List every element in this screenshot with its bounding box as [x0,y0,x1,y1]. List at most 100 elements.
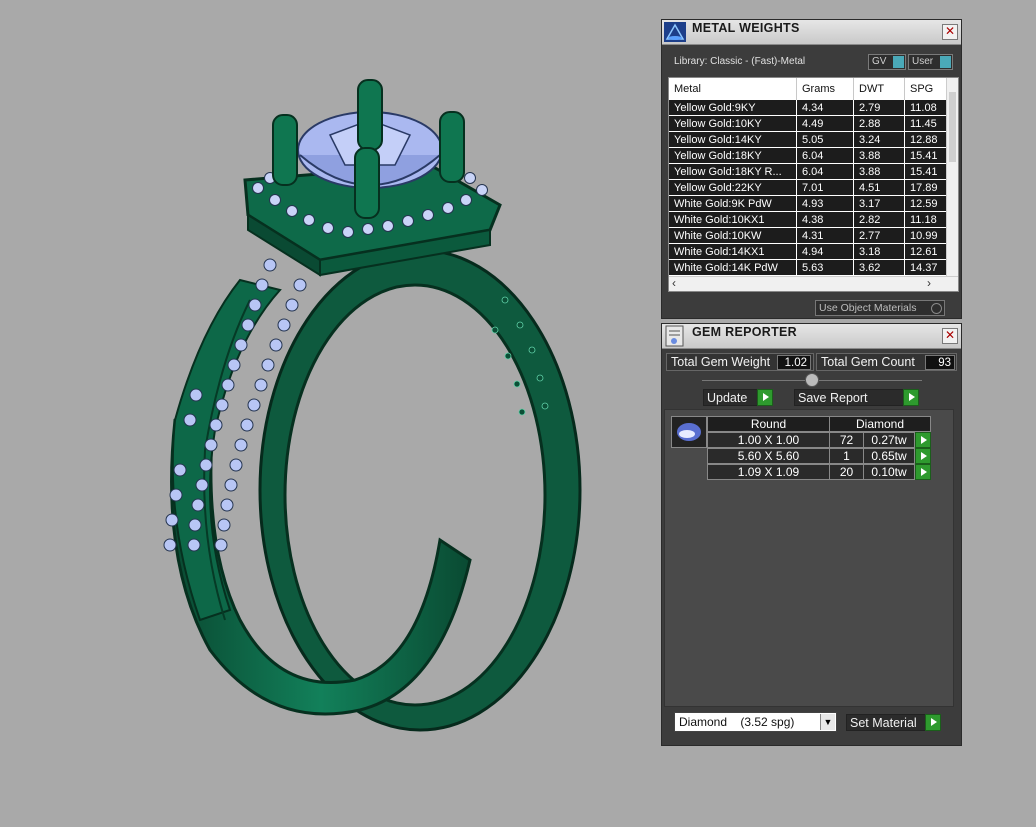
column-header-grams[interactable]: Grams [797,78,854,100]
table-row[interactable]: Yellow Gold:10KY 4.49 2.88 11.45 [669,116,949,132]
use-object-materials-checkbox[interactable]: Use Object Materials [815,300,945,316]
table-cell: White Gold:10KX1 [669,212,797,228]
table-cell: 15.41 [905,164,949,180]
user-toggle-label: User [912,56,934,67]
table-cell: 12.59 [905,196,949,212]
table-cell: 4.49 [797,116,854,132]
table-cell: 5.05 [797,132,854,148]
play-arrow-icon [757,389,773,406]
scale-icon [663,21,687,43]
table-cell: 6.04 [797,164,854,180]
gem-weight-cell: 0.65tw [863,448,915,464]
scroll-left-icon[interactable]: ‹ [672,276,676,290]
select-gems-button[interactable] [915,448,931,464]
table-cell: 3.88 [854,164,905,180]
column-header-dwt[interactable]: DWT [854,78,905,100]
table-cell: 5.63 [797,260,854,276]
set-material-button[interactable]: Set Material [846,714,941,731]
table-row[interactable]: White Gold:14KX1 4.94 3.18 12.61 [669,244,949,260]
table-cell: 2.79 [854,100,905,116]
play-arrow-icon [921,452,927,460]
table-row[interactable]: Yellow Gold:22KY 7.01 4.51 17.89 [669,180,949,196]
gv-toggle-label: GV [872,56,887,67]
ring-model [163,79,582,732]
metal-weights-titlebar[interactable]: METAL WEIGHTS ✕ [662,20,961,45]
table-cell: 7.01 [797,180,854,196]
gem-reporter-titlebar[interactable]: GEM REPORTER ✕ [662,324,961,349]
play-arrow-icon [903,389,919,406]
close-icon[interactable]: ✕ [942,24,958,40]
play-arrow-icon [921,468,927,476]
table-cell: 11.08 [905,100,949,116]
update-button[interactable]: Update [703,389,773,406]
metal-table-header: Metal Grams DWT SPG [669,78,949,100]
table-row[interactable]: Yellow Gold:18KY 6.04 3.88 15.41 [669,148,949,164]
close-icon[interactable]: ✕ [942,328,958,344]
total-gem-weight-value: 1.02 [777,355,811,370]
gem-material-header: Diamond [829,416,931,432]
table-cell: 4.93 [797,196,854,212]
table-cell: 3.18 [854,244,905,260]
gem-count-cell: 72 [829,432,864,448]
column-header-spg[interactable]: SPG [905,78,949,100]
select-gems-button[interactable] [915,464,931,480]
table-row[interactable]: Yellow Gold:9KY 4.34 2.79 11.08 [669,100,949,116]
report-icon [663,325,687,347]
metal-weights-panel: METAL WEIGHTS ✕ Library: Classic - (Fast… [661,19,962,319]
save-report-button[interactable]: Save Report [794,389,919,406]
table-cell: 4.38 [797,212,854,228]
table-cell: 10.99 [905,228,949,244]
table-cell: 11.18 [905,212,949,228]
table-row[interactable]: Yellow Gold:18KY R... 6.04 3.88 15.41 [669,164,949,180]
table-cell: 11.45 [905,116,949,132]
library-label: Library: Classic - (Fast)-Metal [674,56,806,67]
table-cell: 2.77 [854,228,905,244]
table-row[interactable]: White Gold:14K PdW 5.63 3.62 14.37 [669,260,949,276]
table-cell: 4.34 [797,100,854,116]
user-toggle[interactable]: User [908,54,953,70]
update-label: Update [707,391,748,405]
table-cell: 14.37 [905,260,949,276]
table-cell: White Gold:14K PdW [669,260,797,276]
collapse-icon[interactable] [805,373,819,387]
metal-table: Metal Grams DWT SPG Yellow Gold:9KY 4.34 2… [668,77,959,292]
table-cell: 4.51 [854,180,905,196]
table-cell: Yellow Gold:9KY [669,100,797,116]
horizontal-scrollbar[interactable]: ‹ › [669,276,958,291]
gem-weight-cell: 0.10tw [863,464,915,480]
table-row[interactable]: White Gold:10KX1 4.38 2.82 11.18 [669,212,949,228]
table-cell: 3.17 [854,196,905,212]
scroll-right-icon[interactable]: › [927,276,931,290]
total-gem-count-text: Total Gem Count [821,355,915,369]
scroll-thumb[interactable] [949,92,956,162]
table-cell: White Gold:14KX1 [669,244,797,260]
material-select-value: Diamond (3.52 spg) [679,715,795,729]
table-cell: 12.88 [905,132,949,148]
select-gems-button[interactable] [915,432,931,448]
3d-viewport[interactable] [0,0,655,822]
gem-weight-cell: 0.27tw [863,432,915,448]
gem-reporter-title: GEM REPORTER [692,325,797,339]
table-cell: 3.24 [854,132,905,148]
play-arrow-icon [921,436,927,444]
table-row[interactable]: White Gold:10KW 4.31 2.77 10.99 [669,228,949,244]
material-select[interactable]: Diamond (3.52 spg) ▼ [674,712,837,732]
save-report-label: Save Report [798,391,868,405]
round-diamond-icon [671,416,707,448]
gv-toggle[interactable]: GV [868,54,906,70]
table-row[interactable]: Yellow Gold:14KY 5.05 3.24 12.88 [669,132,949,148]
column-header-metal[interactable]: Metal [669,78,797,100]
chevron-down-icon[interactable]: ▼ [820,714,835,730]
vertical-scrollbar[interactable] [946,78,958,277]
play-arrow-icon [925,714,941,731]
table-row[interactable]: White Gold:9K PdW 4.93 3.17 12.59 [669,196,949,212]
use-object-materials-label: Use Object Materials [819,302,917,314]
table-cell: 12.61 [905,244,949,260]
table-cell: Yellow Gold:18KY [669,148,797,164]
gem-count-cell: 1 [829,448,864,464]
set-material-label: Set Material [850,716,917,730]
table-cell: White Gold:10KW [669,228,797,244]
table-cell: 15.41 [905,148,949,164]
gem-size-cell: 1.00 X 1.00 [707,432,830,448]
table-cell: 3.62 [854,260,905,276]
